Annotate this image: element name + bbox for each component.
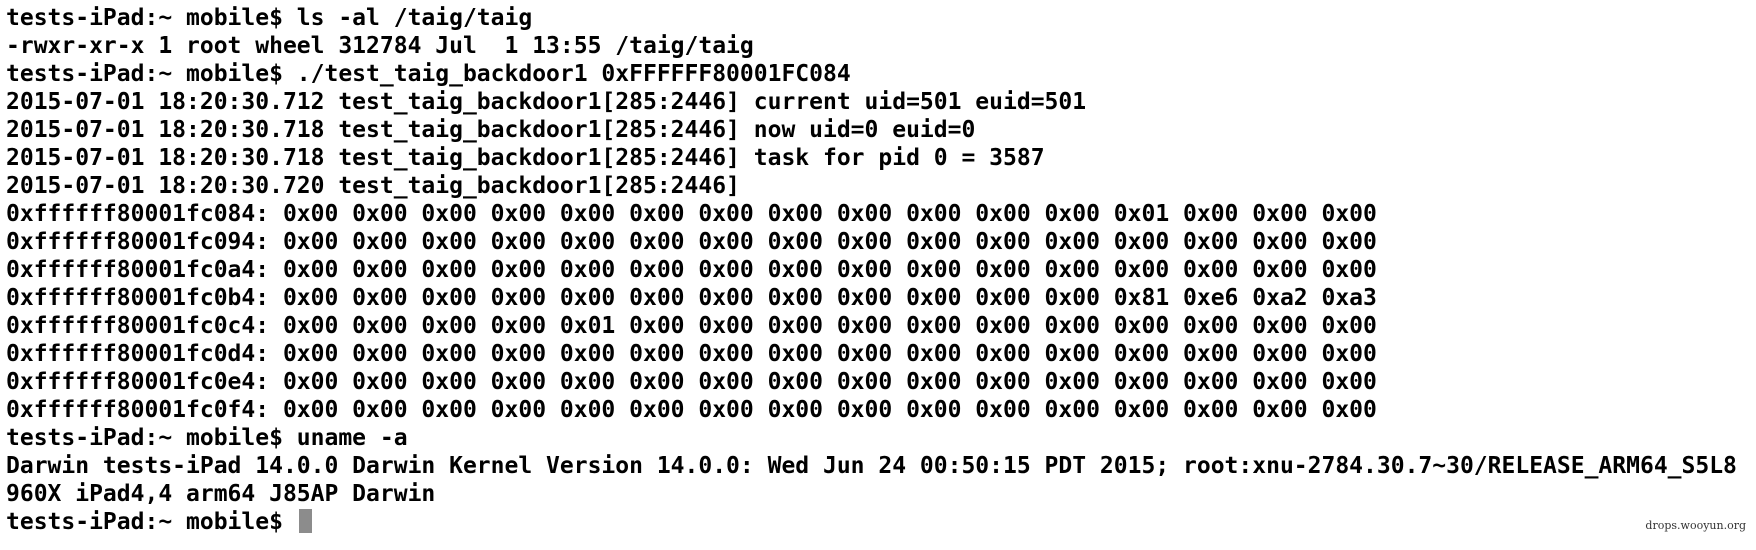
terminal-line-hexdump-row: 0xffffff80001fc0f4: 0x00 0x00 0x00 0x00 … [6,397,1377,423]
terminal-line-uname-output-wrap: 960X iPad4,4 arm64 J85AP Darwin [6,481,436,507]
watermark: drops.wooyun.org [1645,519,1746,532]
terminal-line-hexdump-row: 0xffffff80001fc0c4: 0x00 0x00 0x00 0x00 … [6,313,1377,339]
terminal-line-hexdump-row: 0xffffff80001fc0a4: 0x00 0x00 0x00 0x00 … [6,257,1377,283]
terminal-line-log-current-uid: 2015-07-01 18:20:30.712 test_taig_backdo… [6,89,1087,115]
terminal-prompt: tests-iPad:~ mobile$ [6,509,297,535]
terminal-line-ls-command: tests-iPad:~ mobile$ ls -al /taig/taig [6,5,533,31]
terminal-line-log-now-uid: 2015-07-01 18:20:30.718 test_taig_backdo… [6,117,976,143]
terminal-line-log-task-for-pid: 2015-07-01 18:20:30.718 test_taig_backdo… [6,145,1045,171]
terminal-line-hexdump-row: 0xffffff80001fc0b4: 0x00 0x00 0x00 0x00 … [6,285,1377,311]
terminal-cursor [298,509,312,533]
terminal-line-uname-command: tests-iPad:~ mobile$ uname -a [6,425,408,451]
terminal-line-hexdump-row: 0xffffff80001fc084: 0x00 0x00 0x00 0x00 … [6,201,1377,227]
terminal-prompt-line[interactable]: tests-iPad:~ mobile$ [6,508,1756,536]
terminal-line-ls-output: -rwxr-xr-x 1 root wheel 312784 Jul 1 13:… [6,33,754,59]
terminal-line-backdoor-command: tests-iPad:~ mobile$ ./test_taig_backdoo… [6,61,851,87]
terminal-line-hexdump-row: 0xffffff80001fc0e4: 0x00 0x00 0x00 0x00 … [6,369,1377,395]
terminal-line-hexdump-row: 0xffffff80001fc094: 0x00 0x00 0x00 0x00 … [6,229,1377,255]
terminal-line-uname-output: Darwin tests-iPad 14.0.0 Darwin Kernel V… [6,453,1737,479]
terminal-window[interactable]: tests-iPad:~ mobile$ ls -al /taig/taig -… [0,0,1756,550]
terminal-line-log-empty: 2015-07-01 18:20:30.720 test_taig_backdo… [6,173,740,199]
terminal-line-hexdump-row: 0xffffff80001fc0d4: 0x00 0x00 0x00 0x00 … [6,341,1377,367]
